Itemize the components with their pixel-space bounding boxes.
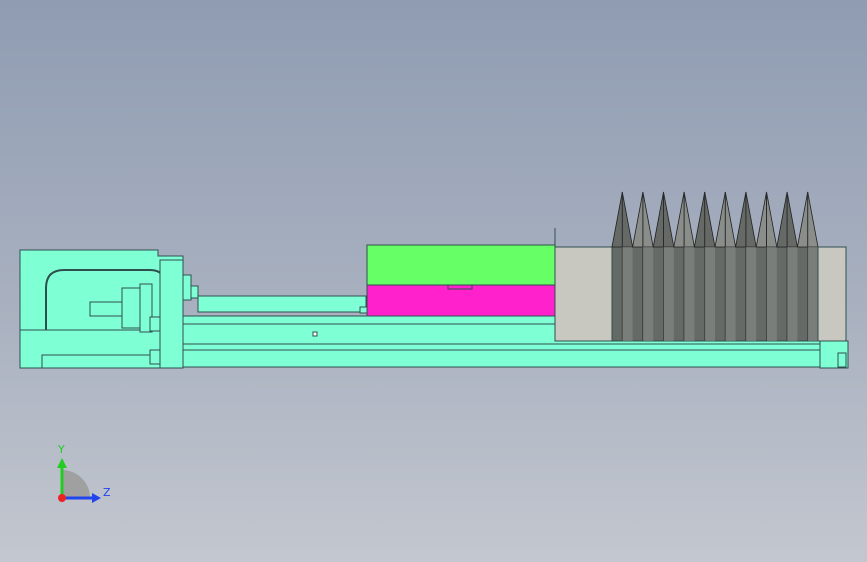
rail-bottom-strip bbox=[182, 349, 824, 368]
bellows-cover bbox=[611, 191, 819, 342]
bellows-end-block bbox=[554, 246, 613, 342]
carriage bbox=[366, 228, 556, 317]
z-axis-label: Z bbox=[103, 486, 111, 499]
triad-arc bbox=[62, 470, 90, 498]
coordinate-triad-icon bbox=[57, 458, 101, 503]
carriage-top-plate bbox=[366, 244, 556, 286]
carriage-slot bbox=[447, 284, 473, 290]
bellows-panel bbox=[787, 247, 798, 341]
linear-module-drawing bbox=[19, 191, 849, 503]
bearing-block-lower bbox=[149, 349, 161, 365]
bellows-panel bbox=[725, 247, 736, 341]
bearing-block bbox=[149, 316, 161, 332]
bellows-panel bbox=[684, 247, 695, 341]
mount-screw bbox=[190, 285, 199, 299]
bellows-panel bbox=[642, 247, 654, 341]
right-end-plate bbox=[817, 246, 849, 369]
mount-foot bbox=[41, 354, 165, 369]
motor-shaft-stub bbox=[89, 301, 125, 317]
bellows-panel bbox=[663, 247, 674, 341]
shaft-coupling bbox=[121, 287, 141, 329]
mount-cap bbox=[182, 274, 192, 301]
right-end-block bbox=[817, 246, 847, 342]
cad-viewport[interactable]: Y Z bbox=[0, 0, 867, 562]
z-axis-arrowhead bbox=[92, 493, 101, 503]
x-axis-dot bbox=[58, 494, 66, 502]
rail-mounting-hole bbox=[312, 331, 318, 337]
bellows-panel bbox=[745, 247, 757, 341]
bellows-panel bbox=[622, 247, 633, 341]
bellows-panel bbox=[807, 247, 818, 341]
y-axis-arrowhead bbox=[57, 458, 67, 468]
bellows-panel bbox=[704, 247, 715, 341]
right-end-screw bbox=[837, 352, 847, 368]
rail-mid-strip bbox=[182, 343, 824, 351]
y-axis-label: Y bbox=[58, 443, 65, 456]
mount-step bbox=[159, 259, 184, 369]
bellows-panel bbox=[766, 247, 777, 341]
carriage-slider-block bbox=[366, 284, 556, 317]
lead-screw bbox=[197, 295, 367, 313]
